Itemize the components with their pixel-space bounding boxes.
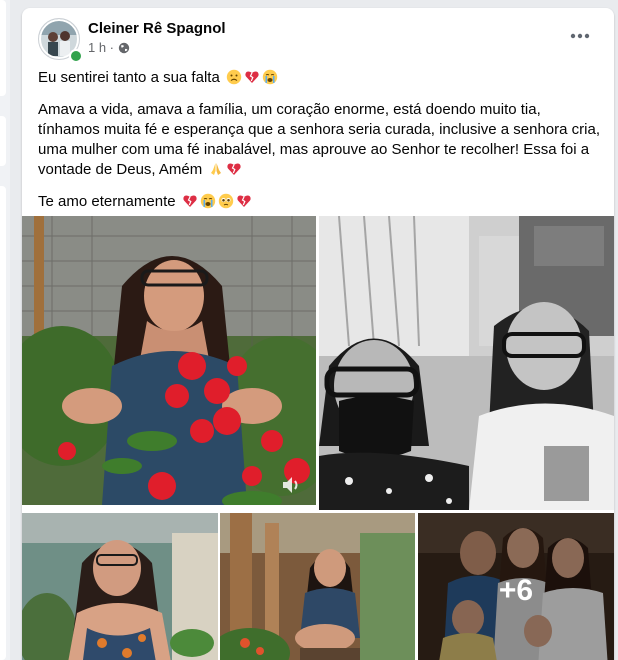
post-card: Cleiner Rê Spagnol 1 h · Eu sentirei tan… [22, 8, 614, 660]
post-time[interactable]: 1 h · [88, 40, 114, 55]
more-photos-overlay[interactable]: +6 [418, 513, 614, 660]
pleading-face-icon [218, 193, 233, 209]
post-header: Cleiner Rê Spagnol 1 h · [22, 8, 614, 66]
left-card-fragment [0, 186, 6, 660]
broken-heart-icon [245, 71, 259, 83]
more-options-button[interactable] [562, 22, 598, 50]
post-paragraph: Amava a vida, amava a família, um coraçã… [38, 101, 600, 178]
praying-hands-icon [211, 163, 222, 175]
more-options-icon [570, 33, 590, 39]
left-column-edge [0, 0, 10, 660]
post-text: Eu sentirei tanto a sua falta Amava a vi… [38, 68, 603, 224]
globe-icon [118, 42, 130, 53]
photo-woman-smiling[interactable] [22, 513, 218, 660]
more-photos-count: +6 [498, 573, 534, 607]
photo-woman-sitting[interactable] [220, 513, 415, 660]
post-meta: 1 h · [88, 40, 130, 55]
volume-icon[interactable] [280, 474, 302, 496]
broken-heart-icon [183, 195, 197, 207]
emoji-group [202, 161, 242, 178]
emoji-group [220, 69, 278, 86]
post-paragraph: Te amo eternamente [38, 192, 603, 212]
photo-grid: +6 [22, 216, 614, 660]
left-card-fragment [0, 116, 6, 166]
photo-woman-with-flowers[interactable] [22, 216, 316, 505]
broken-heart-icon [227, 163, 242, 175]
sad-face-icon [226, 69, 242, 85]
online-status-icon [69, 49, 83, 63]
post-paragraph: Eu sentirei tanto a sua falta [38, 68, 603, 88]
photo-group-more[interactable]: +6 [418, 513, 614, 660]
crying-face-icon [200, 193, 215, 209]
crying-face-icon [262, 69, 278, 85]
broken-heart-icon [237, 195, 251, 207]
emoji-group [176, 193, 252, 210]
post-author[interactable]: Cleiner Rê Spagnol [88, 20, 226, 37]
photo-selfie-black-white[interactable] [319, 216, 614, 510]
left-card-fragment [0, 0, 6, 96]
